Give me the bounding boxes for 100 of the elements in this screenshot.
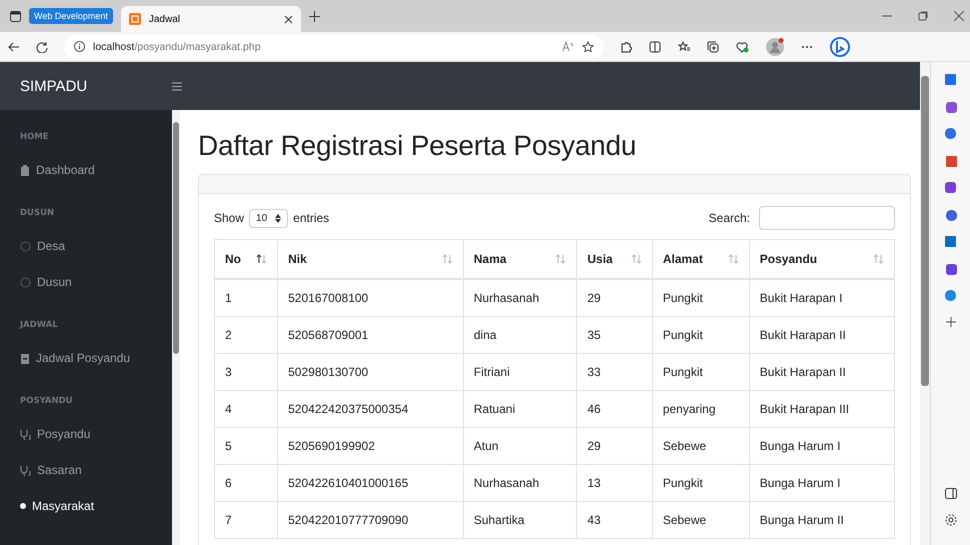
table-cell: 46 [576, 390, 652, 428]
app-shortcut-icon[interactable] [944, 263, 956, 275]
table-cell: Bunga Harum I [749, 464, 894, 502]
table-cell: penyaring [652, 390, 750, 428]
circle-icon [20, 276, 31, 288]
table-cell: 4 [214, 390, 278, 428]
tab-group-label[interactable]: Web Development [29, 8, 113, 24]
table-cell: Nurhasanah [463, 279, 577, 316]
sidebar-item[interactable]: Dashboard [20, 152, 152, 188]
sidebar-item[interactable]: Sasaran [20, 452, 152, 488]
add-icon[interactable] [946, 317, 956, 327]
scrollbar-thumb[interactable] [921, 76, 929, 386]
back-icon[interactable] [8, 40, 20, 52]
table-cell: Bukit Harapan II [749, 354, 894, 390]
table-cell: 520422610401000165 [278, 464, 464, 502]
table-cell: 520422420375000354 [278, 390, 464, 428]
table-cell: 29 [576, 428, 652, 464]
building-icon [20, 164, 30, 176]
table-cell: Bukit Harapan I [749, 279, 894, 316]
app-logo-icon [128, 13, 141, 25]
sidebar-item[interactable]: Dusun [20, 264, 152, 300]
circle-icon [20, 240, 31, 252]
table-cell: 7 [214, 502, 278, 538]
sidebar-item[interactable]: Masyarakat [20, 488, 152, 524]
table-cell: 5 [214, 428, 278, 464]
more-icon[interactable] [801, 44, 813, 48]
restore-icon[interactable] [918, 11, 928, 21]
column-header[interactable]: Usia [576, 240, 652, 279]
reload-icon[interactable] [36, 40, 48, 52]
avatar-icon[interactable] [766, 38, 784, 56]
collections-icon[interactable] [707, 40, 719, 52]
page-title: Daftar Registrasi Peserta Posyandu [198, 130, 638, 162]
sidebar-heading: POSYANDU [20, 395, 74, 408]
tabs-icon[interactable] [10, 10, 21, 22]
column-header[interactable]: Alamat [652, 240, 750, 279]
star-icon[interactable] [582, 40, 594, 52]
column-header[interactable]: No [214, 240, 278, 279]
app-shortcut-icon[interactable] [944, 155, 956, 167]
favorites-icon[interactable] [678, 40, 690, 52]
table-cell: 29 [576, 279, 652, 316]
table-cell: Bunga Harum I [749, 428, 894, 464]
close-icon[interactable] [284, 14, 293, 24]
table-cell: 520422010777709090 [278, 502, 464, 538]
column-header[interactable]: Nik [278, 240, 464, 279]
scrollbar-thumb[interactable] [173, 122, 179, 354]
page-size-select[interactable]: 10 [249, 208, 288, 228]
sidebar-item[interactable]: Desa [20, 228, 152, 264]
table-cell: Bukit Harapan III [749, 390, 894, 428]
sidebar-panel-icon[interactable] [944, 488, 956, 499]
table-cell: Nurhasanah [463, 464, 577, 502]
sidebar-heading: JADWAL [20, 319, 59, 332]
table-cell: Bunga Harum II [749, 502, 894, 538]
puzzle-icon[interactable] [620, 40, 632, 52]
table-cell: 5205690199902 [278, 428, 464, 464]
table-cell: Pungkit [652, 354, 750, 390]
info-icon [74, 41, 85, 52]
table-cell: Pungkit [652, 464, 750, 502]
table-cell: Pungkit [652, 316, 750, 354]
url-text: localhost/posyandu/masyarakat.php [93, 40, 262, 52]
table-cell: Atun [463, 428, 577, 464]
sidebar-item[interactable]: Jadwal Posyandu [20, 340, 152, 376]
column-header[interactable]: Nama [463, 240, 577, 279]
app-shortcut-icon[interactable] [944, 209, 956, 221]
show-label: Show [214, 211, 244, 225]
search-field[interactable] [759, 206, 895, 230]
sidebar-item[interactable]: Posyandu [20, 416, 152, 452]
dot-icon [20, 503, 26, 509]
table-cell: 2 [214, 316, 278, 354]
chat-logo-icon[interactable] [830, 36, 850, 56]
search-label: Search: [708, 211, 750, 225]
brand-name[interactable]: SIMPADU [0, 78, 172, 94]
address-bar[interactable]: localhost/posyandu/masyarakat.php [64, 34, 604, 58]
table-cell: Sebewe [652, 428, 750, 464]
sort-caret-icon [275, 214, 282, 222]
table-cell: dina [463, 316, 577, 354]
sort-arrows-icon[interactable] [256, 254, 268, 264]
column-header[interactable]: Posyandu [749, 240, 894, 279]
table-cell: 6 [214, 464, 278, 502]
entries-label: entries [293, 211, 330, 225]
app-shortcut-icon[interactable] [944, 101, 956, 113]
app-shortcut-icon[interactable] [944, 74, 956, 86]
health-icon[interactable] [736, 40, 749, 52]
menu-icon[interactable] [172, 82, 182, 90]
table-cell: 520167008100 [278, 279, 464, 316]
app-shortcut-icon[interactable] [944, 182, 956, 194]
table-cell: Suhartika [463, 502, 577, 538]
read-aloud-icon[interactable] [562, 41, 574, 52]
table-cell: Sebewe [652, 502, 750, 538]
app-shortcut-icon[interactable] [944, 290, 956, 302]
table-cell: 13 [576, 464, 652, 502]
new-tab-icon[interactable] [308, 10, 320, 22]
app-shortcut-icon[interactable] [944, 128, 956, 140]
table-cell: 43 [576, 502, 652, 538]
settings-icon[interactable] [944, 514, 956, 526]
sidebar-heading: DUSUN [20, 207, 56, 220]
split-screen-icon[interactable] [649, 40, 661, 52]
table-cell: 35 [576, 316, 652, 354]
browser-tab[interactable]: Jadwal [120, 6, 301, 32]
table-cell: 502980130700 [278, 354, 464, 390]
app-shortcut-icon[interactable] [944, 236, 956, 248]
